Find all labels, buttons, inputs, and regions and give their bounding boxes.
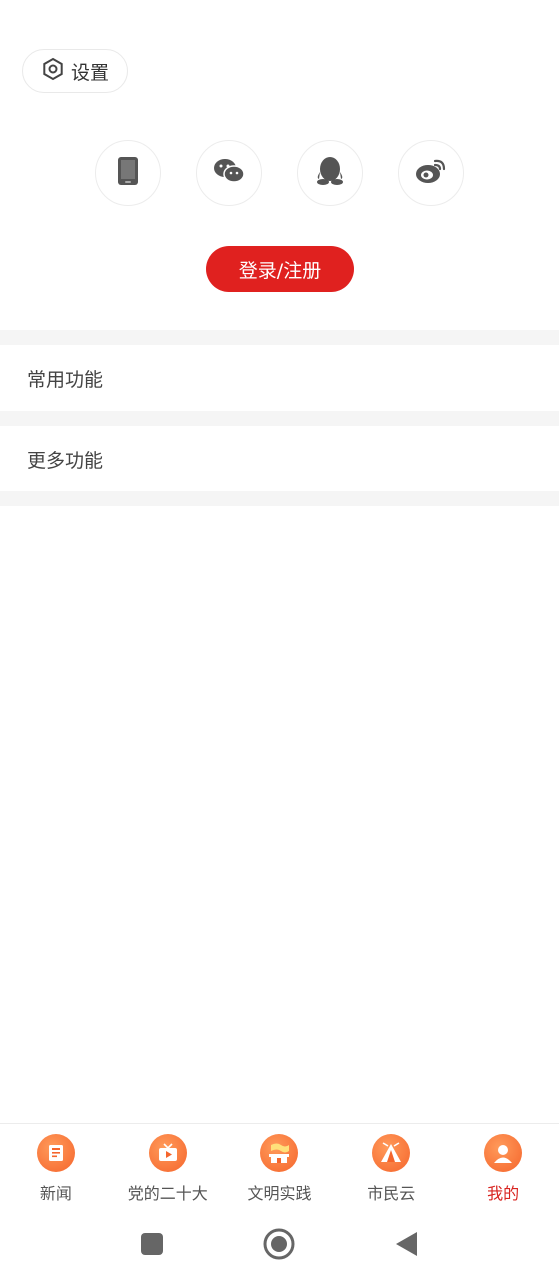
section-title: 更多功能 bbox=[27, 449, 104, 472]
tab-party-congress[interactable]: 党的二十大 bbox=[112, 1124, 224, 1212]
tab-label: 市民云 bbox=[367, 1184, 416, 1203]
weibo-login-button[interactable] bbox=[398, 140, 464, 206]
weibo-icon bbox=[415, 157, 447, 189]
tab-label: 新闻 bbox=[39, 1184, 72, 1203]
tab-citizen-cloud[interactable]: 市民云 bbox=[335, 1124, 447, 1212]
tab-label: 我的 bbox=[487, 1184, 520, 1203]
tab-label: 文明实践 bbox=[247, 1184, 312, 1203]
more-functions-section[interactable]: 更多功能 bbox=[0, 426, 559, 492]
news-icon bbox=[36, 1134, 75, 1172]
back-icon[interactable] bbox=[390, 1228, 422, 1260]
section-title: 常用功能 bbox=[27, 368, 104, 391]
tab-mine[interactable]: 我的 bbox=[447, 1124, 559, 1212]
tab-label: 党的二十大 bbox=[127, 1184, 208, 1203]
common-functions-section[interactable]: 常用功能 bbox=[0, 345, 559, 411]
qq-icon bbox=[316, 156, 344, 190]
login-register-button[interactable]: 登录/注册 bbox=[206, 246, 354, 292]
section-divider bbox=[0, 411, 559, 426]
phone-icon bbox=[117, 156, 139, 190]
wechat-login-button[interactable] bbox=[196, 140, 262, 206]
home-icon[interactable] bbox=[263, 1228, 295, 1260]
gate-flag-icon bbox=[260, 1134, 299, 1172]
section-divider bbox=[0, 330, 559, 345]
bottom-tab-bar: 新闻 党的二十大 文明实践 市民云 我的 bbox=[0, 1123, 559, 1212]
wechat-icon bbox=[213, 157, 245, 189]
hexagon-gear-icon bbox=[41, 57, 65, 85]
tv-play-icon bbox=[148, 1134, 187, 1172]
section-divider bbox=[0, 491, 559, 506]
phone-login-button[interactable] bbox=[95, 140, 161, 206]
login-options bbox=[0, 140, 559, 208]
tent-icon bbox=[372, 1134, 411, 1172]
system-navigation-bar bbox=[0, 1211, 559, 1280]
tab-civilization-practice[interactable]: 文明实践 bbox=[224, 1124, 336, 1212]
settings-label: 设置 bbox=[70, 61, 109, 84]
qq-login-button[interactable] bbox=[297, 140, 363, 206]
settings-button[interactable]: 设置 bbox=[22, 49, 128, 93]
recent-apps-icon[interactable] bbox=[136, 1228, 168, 1260]
user-icon bbox=[484, 1134, 523, 1172]
tab-news[interactable]: 新闻 bbox=[0, 1124, 112, 1212]
